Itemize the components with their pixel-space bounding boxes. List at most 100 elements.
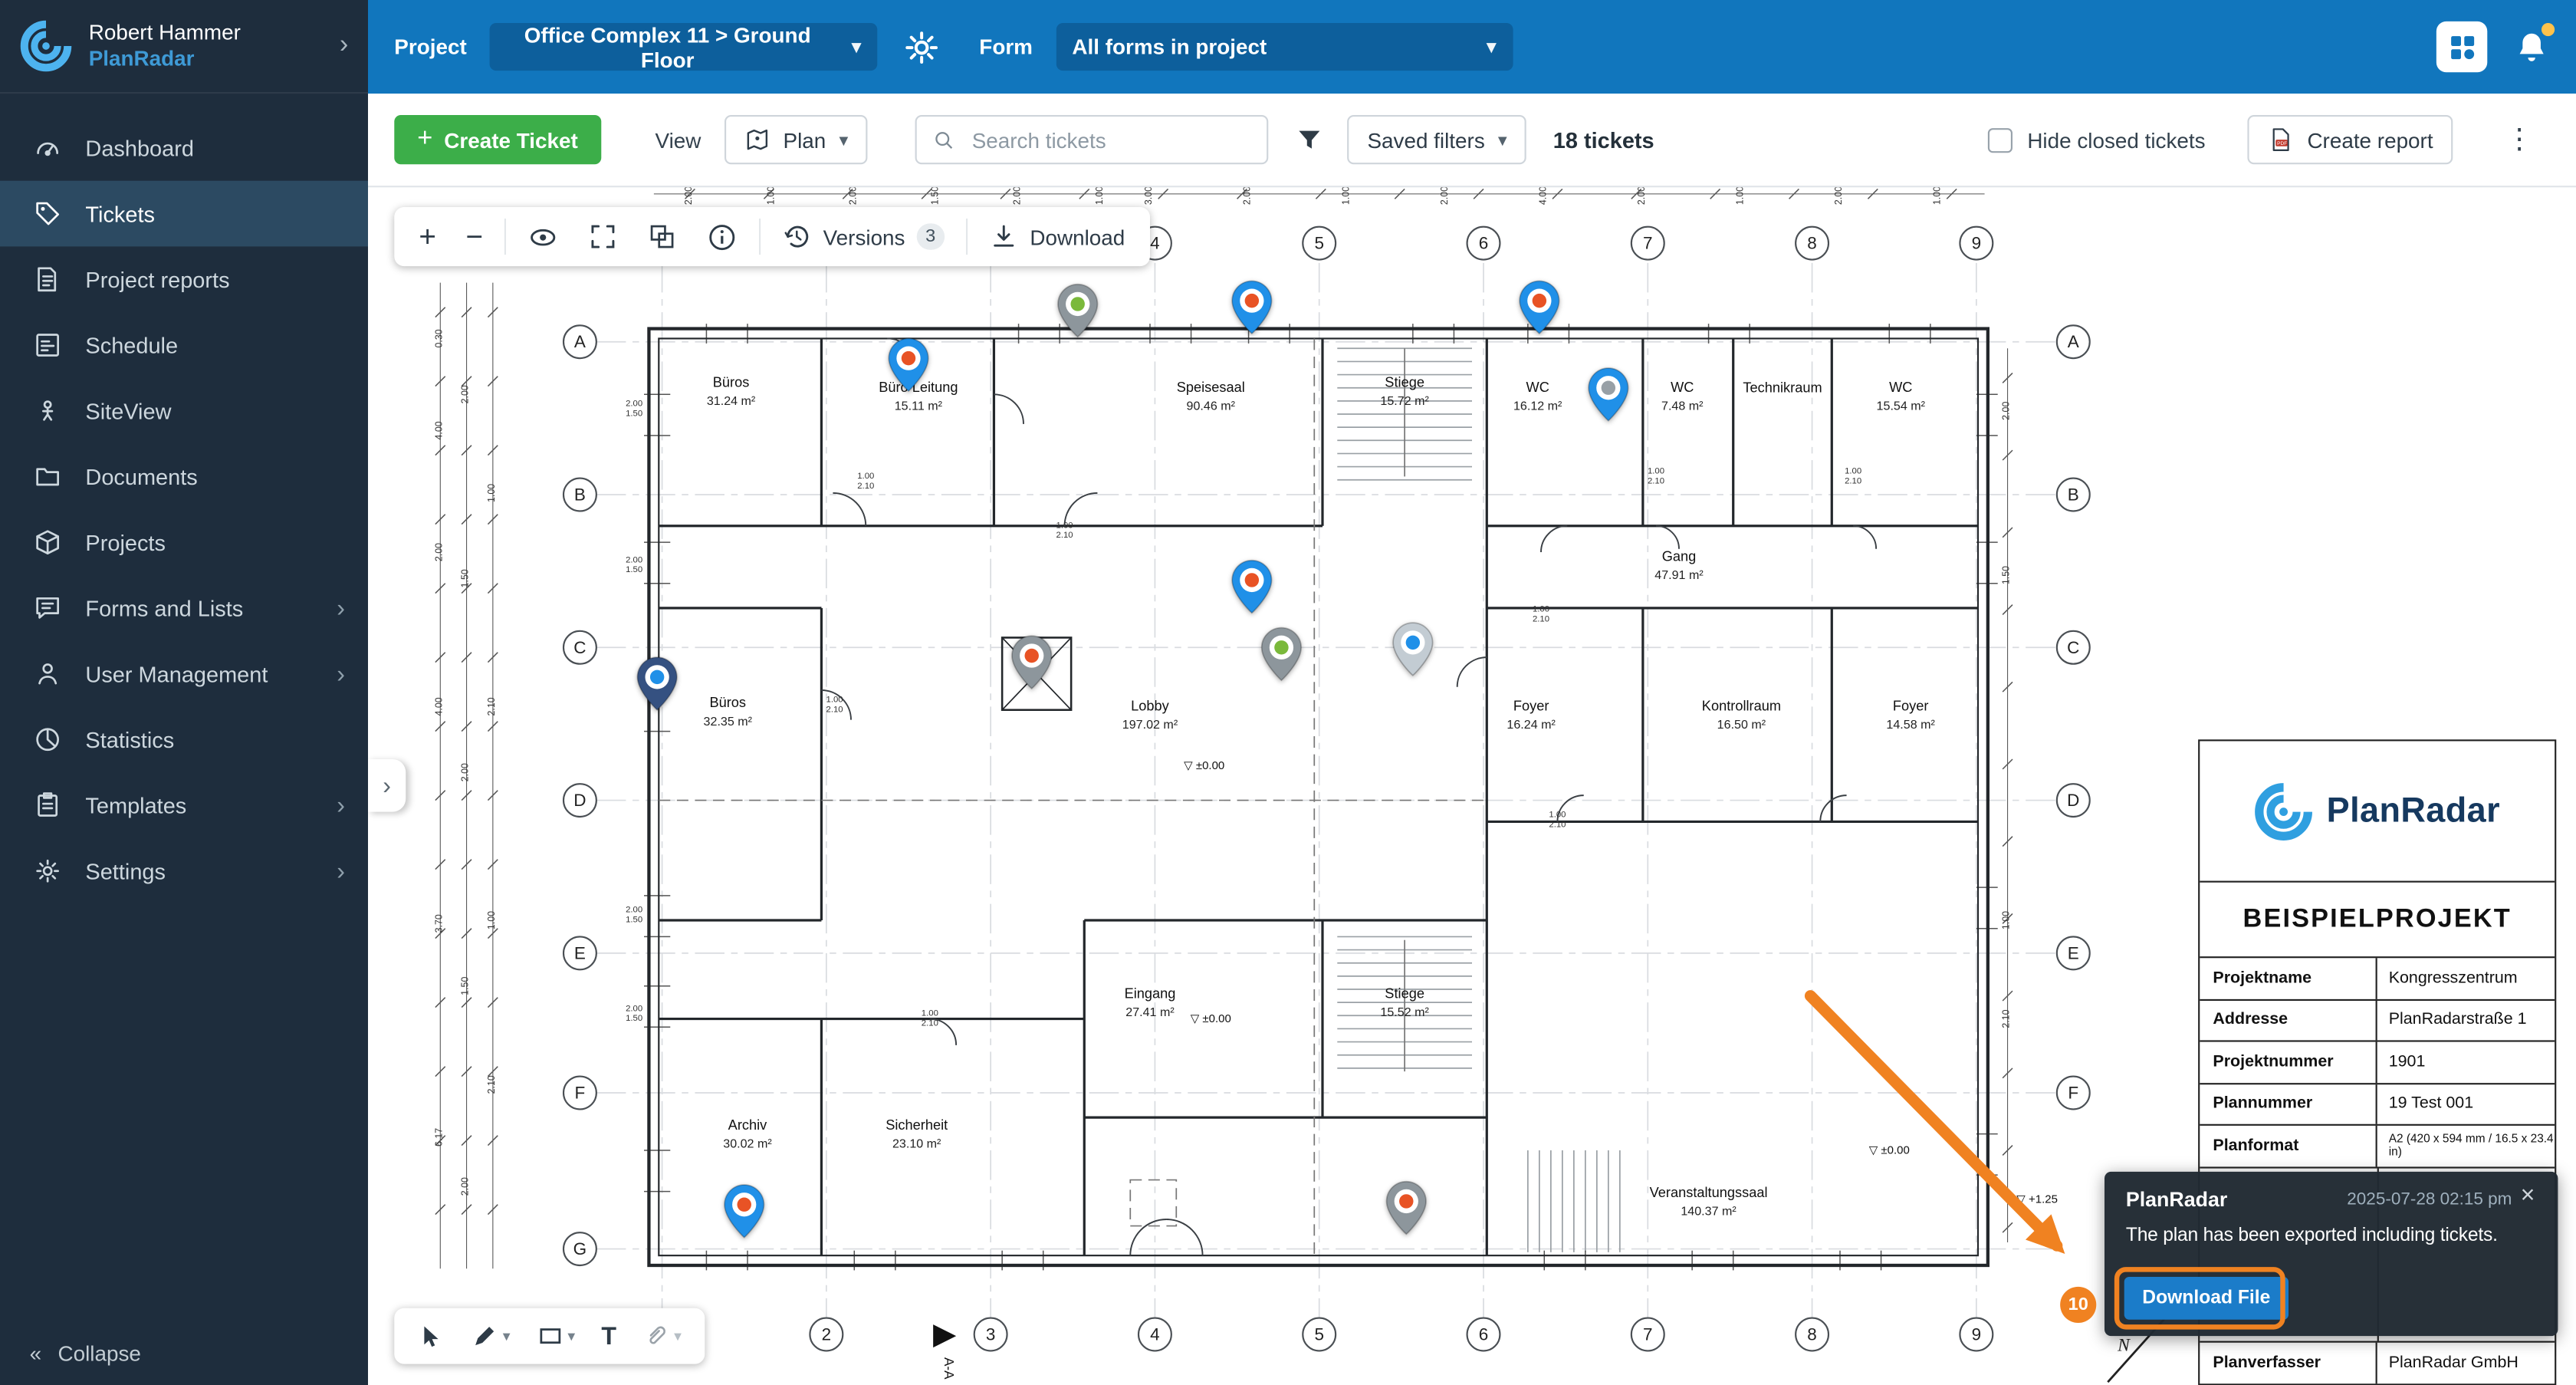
svg-text:PDF: PDF [2278, 141, 2288, 146]
apps-button[interactable] [2436, 21, 2487, 72]
plan-viewer-toolbar: + − [394, 207, 1149, 266]
forms-and-lists-icon [33, 594, 63, 623]
ticket-pin[interactable] [636, 656, 678, 712]
chevron-right-icon: › [337, 660, 345, 687]
create-ticket-button[interactable]: + Create Ticket [394, 115, 600, 164]
titleblock-row-label: Planverfasser [2200, 1343, 2377, 1384]
tickets-icon [33, 199, 63, 229]
filter-button[interactable] [1289, 118, 1332, 161]
project-selector-value: Office Complex 11 > Ground Floor [506, 22, 829, 71]
ticket-pin[interactable] [1518, 279, 1561, 335]
ticket-pin[interactable] [723, 1183, 766, 1239]
hide-closed-toggle[interactable]: Hide closed tickets [1988, 127, 2206, 152]
toast-title: PlanRadar [2126, 1188, 2228, 1211]
account-header[interactable]: Robert Hammer PlanRadar › [0, 0, 368, 94]
create-report-button[interactable]: PDF Create report [2248, 115, 2453, 164]
ticket-pin[interactable] [887, 337, 930, 393]
chevron-right-icon[interactable]: › [340, 31, 348, 61]
saved-filters-selector[interactable]: Saved filters ▾ [1348, 115, 1527, 164]
user-name: Robert Hammer [89, 19, 241, 46]
select-tool-button[interactable] [407, 1315, 455, 1357]
project-settings-button[interactable] [900, 25, 943, 68]
ticket-count: 18 tickets [1553, 127, 1654, 152]
divider [759, 219, 761, 255]
sidebar-item-label: Projects [85, 530, 166, 554]
view-mode-selector[interactable]: Plan ▾ [724, 115, 868, 164]
notifications-button[interactable] [2510, 25, 2553, 68]
form-selector[interactable]: All forms in project ▾ [1056, 23, 1513, 71]
ticket-pin[interactable] [1230, 559, 1273, 615]
statistics-icon [33, 725, 63, 755]
titleblock-row-value: PlanRadarstraße 1 [2377, 1000, 2555, 1041]
toast-close-button[interactable]: × [2511, 1180, 2545, 1212]
titleblock-project-title: BEISPIELPROJEKT [2200, 883, 2555, 959]
titleblock-row-value: PlanRadar GmbH [2377, 1343, 2555, 1384]
create-report-label: Create report [2307, 127, 2433, 152]
more-options-button[interactable]: ⋮ [2496, 120, 2543, 159]
download-file-button[interactable]: Download File [2124, 1277, 2288, 1320]
collapse-button[interactable]: « Collapse [30, 1341, 141, 1366]
sidebar-item-project-reports[interactable]: Project reports [0, 246, 368, 312]
sidebar-item-settings[interactable]: Settings› [0, 838, 368, 904]
sidebar-item-forms-and-lists[interactable]: Forms and Lists› [0, 575, 368, 641]
plus-icon: + [419, 222, 436, 252]
notification-dot [2542, 22, 2555, 35]
zoom-out-button[interactable]: − [451, 207, 498, 266]
project-selector[interactable]: Office Complex 11 > Ground Floor ▾ [490, 23, 878, 71]
zoom-in-button[interactable]: + [404, 207, 451, 266]
sidebar-item-templates[interactable]: Templates› [0, 772, 368, 838]
sidebar-item-schedule[interactable]: Schedule [0, 312, 368, 378]
sidebar-item-label: Project reports [85, 267, 229, 291]
chevron-down-icon: ▾ [839, 129, 848, 150]
hide-closed-label: Hide closed tickets [2027, 127, 2205, 152]
sidebar-item-statistics[interactable]: Statistics [0, 706, 368, 772]
download-plan-button[interactable]: Download [974, 207, 1140, 266]
text-tool-icon: T [601, 1322, 616, 1350]
plan-info-button[interactable] [692, 207, 752, 266]
planradar-logo-icon [20, 20, 73, 73]
sidebar-item-label: Tickets [85, 202, 155, 226]
fullscreen-button[interactable] [573, 207, 632, 266]
sidebar: Robert Hammer PlanRadar › Dashboard Ticke… [0, 0, 368, 1385]
versions-button[interactable]: Versions 3 [767, 207, 959, 266]
visibility-button[interactable] [513, 207, 573, 266]
documents-icon [33, 462, 63, 492]
shape-tool-button[interactable]: ▾ [527, 1316, 585, 1355]
titleblock-row: PlanformatA2 (420 x 594 mm / 16.5 x 23.4… [2200, 1126, 2555, 1168]
ticket-pin[interactable] [1056, 283, 1099, 339]
ticket-pin[interactable] [1385, 1180, 1428, 1236]
form-label: Form [979, 35, 1033, 59]
compare-plans-button[interactable] [632, 207, 692, 266]
tickets-toolbar: + Create Ticket View Plan ▾ Saved filt [368, 94, 2576, 187]
ticket-pin[interactable] [1587, 367, 1630, 423]
download-label: Download [1030, 225, 1125, 249]
eye-icon [527, 221, 559, 252]
project-reports-icon [33, 265, 63, 294]
sidebar-item-label: Settings [85, 859, 166, 883]
sidebar-item-label: Documents [85, 464, 197, 489]
pen-tool-button[interactable]: ▾ [462, 1316, 520, 1355]
sidebar-item-label: User Management [85, 662, 268, 686]
ticket-pin[interactable] [1260, 626, 1303, 682]
ticket-pin[interactable] [1230, 279, 1273, 335]
titleblock-row-label: Projektname [2200, 958, 2377, 998]
export-toast: PlanRadar 2025-07-28 02:15 pm × The plan… [2104, 1172, 2558, 1336]
collapse-icon: « [30, 1341, 42, 1366]
sidebar-item-dashboard[interactable]: Dashboard [0, 115, 368, 181]
sidebar-item-projects[interactable]: Projects [0, 509, 368, 575]
ticket-pin[interactable] [1392, 621, 1434, 677]
ticket-pin[interactable] [1010, 634, 1053, 690]
sidebar-item-tickets[interactable]: Tickets [0, 181, 368, 247]
sidebar-item-user-management[interactable]: User Management › [0, 641, 368, 707]
sidebar-item-siteview[interactable]: SiteView [0, 378, 368, 444]
topbar: Project Office Complex 11 > Ground Floor… [368, 0, 2576, 94]
attach-tool-button[interactable]: ▾ [633, 1316, 692, 1355]
search-input[interactable] [968, 126, 1250, 153]
paperclip-icon [642, 1323, 669, 1349]
titleblock-row: Planverfasser PlanRadar GmbH [2200, 1341, 2555, 1384]
text-tool-button[interactable]: T [592, 1315, 626, 1357]
sidebar-item-documents[interactable]: Documents [0, 444, 368, 510]
hide-closed-checkbox[interactable] [1988, 127, 2013, 152]
fullscreen-icon [588, 222, 618, 252]
expand-panel-button[interactable]: › [368, 759, 406, 812]
